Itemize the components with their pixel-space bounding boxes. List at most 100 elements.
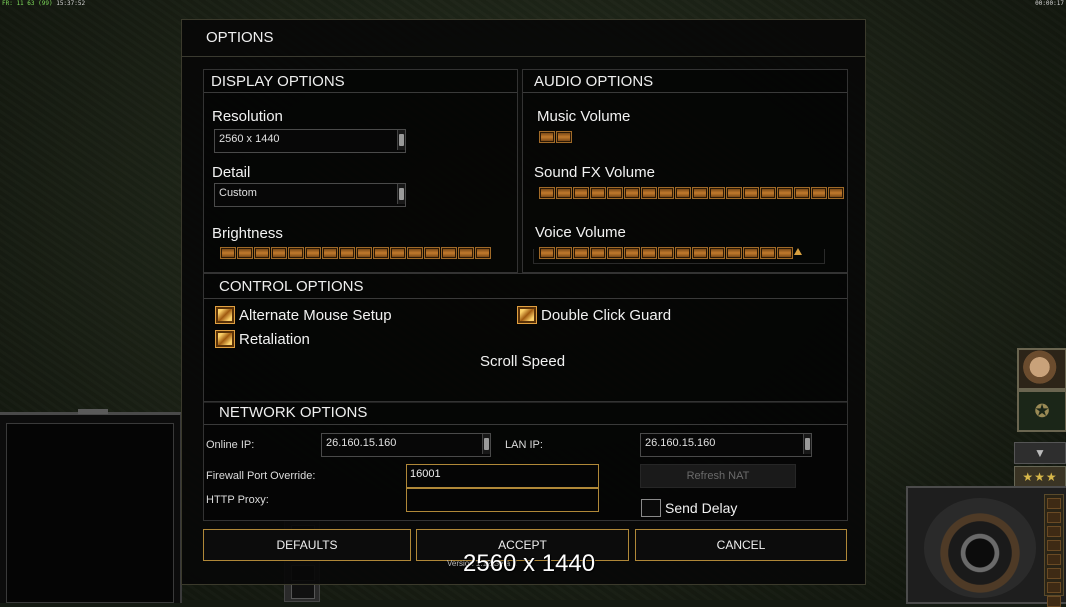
slider-segment xyxy=(271,247,287,259)
network-options-title: NETWORK OPTIONS xyxy=(219,404,368,421)
control-options-title: CONTROL OPTIONS xyxy=(219,278,364,295)
retaliation-label: Retaliation xyxy=(239,331,310,348)
http-proxy-input[interactable] xyxy=(406,488,599,512)
section-header: DISPLAY OPTIONS xyxy=(204,70,517,93)
refresh-nat-button[interactable]: Refresh NAT xyxy=(640,464,796,488)
voice-volume-slider[interactable] xyxy=(539,245,802,259)
alternate-mouse-label: Alternate Mouse Setup xyxy=(239,307,392,324)
slider-segment xyxy=(794,187,810,199)
brightness-label: Brightness xyxy=(212,225,283,242)
top-hud: FR: 11 63 (99) 15:37:52 00:00:17 xyxy=(0,0,1066,8)
sound-fx-volume-slider[interactable] xyxy=(539,185,844,199)
send-delay-checkbox[interactable] xyxy=(641,499,661,517)
fps-readout: FR: 11 63 (99) 15:37:52 xyxy=(2,0,85,7)
send-delay-label: Send Delay xyxy=(665,500,738,516)
slider-segment xyxy=(675,187,691,199)
double-click-guard-label: Double Click Guard xyxy=(541,307,672,324)
slider-segment xyxy=(777,247,793,259)
double-click-guard-checkbox[interactable] xyxy=(517,306,537,324)
slider-segment xyxy=(607,187,623,199)
general-rank-badge[interactable]: ✪ xyxy=(1017,390,1066,432)
dialog-title: OPTIONS xyxy=(206,29,274,46)
queue-slot[interactable] xyxy=(291,583,315,599)
firewall-port-input[interactable]: 16001 xyxy=(406,464,599,488)
voice-volume-label: Voice Volume xyxy=(535,224,626,241)
rank-stars-button[interactable]: ★★★ xyxy=(1014,466,1066,488)
slider-segment xyxy=(254,247,270,259)
game-timer: 00:00:17 xyxy=(1035,0,1064,7)
power-meter xyxy=(1044,494,1064,607)
slider-segment xyxy=(641,187,657,199)
network-options-section: NETWORK OPTIONS Online IP: 26.160.15.160… xyxy=(203,401,848,521)
http-proxy-label: HTTP Proxy: xyxy=(206,494,269,506)
detail-value: Custom xyxy=(219,187,257,199)
control-options-section: CONTROL OPTIONS Alternate Mouse Setup Do… xyxy=(203,273,848,403)
slider-segment xyxy=(407,247,423,259)
dropdown-scrollbar[interactable] xyxy=(397,130,405,150)
faction-emblem-icon xyxy=(924,498,1036,598)
dropdown-scrollbar[interactable] xyxy=(397,184,405,204)
slider-segment xyxy=(556,187,572,199)
slider-segment xyxy=(760,187,776,199)
slider-segment xyxy=(539,187,555,199)
retaliation-checkbox[interactable] xyxy=(215,330,235,348)
cancel-button[interactable]: CANCEL xyxy=(635,529,847,561)
slider-segment xyxy=(692,247,708,259)
slider-segment xyxy=(339,247,355,259)
fps-text: FR: 11 63 (99) xyxy=(2,0,53,7)
title-divider xyxy=(182,56,865,57)
music-volume-slider[interactable] xyxy=(539,129,572,143)
slider-segment xyxy=(288,247,304,259)
slider-segment xyxy=(573,247,589,259)
online-ip-value: 26.160.15.160 xyxy=(326,437,397,449)
lan-ip-label: LAN IP: xyxy=(505,439,543,451)
defaults-button[interactable]: DEFAULTS xyxy=(203,529,411,561)
detail-dropdown[interactable]: Custom xyxy=(214,183,406,207)
slider-segment xyxy=(539,247,555,259)
slider-segment xyxy=(573,187,589,199)
sound-fx-volume-label: Sound FX Volume xyxy=(534,164,655,181)
slider-segment xyxy=(237,247,253,259)
display-options-title: DISPLAY OPTIONS xyxy=(211,73,345,90)
slider-segment xyxy=(726,247,742,259)
slider-segment xyxy=(811,187,827,199)
slider-segment xyxy=(475,247,491,259)
slider-segment xyxy=(556,131,572,143)
slider-knob-icon[interactable] xyxy=(794,248,802,255)
alternate-mouse-checkbox[interactable] xyxy=(215,306,235,324)
audio-options-section: AUDIO OPTIONS Music Volume Sound FX Volu… xyxy=(522,69,848,273)
section-header: CONTROL OPTIONS xyxy=(204,274,847,299)
dropdown-scrollbar[interactable] xyxy=(482,434,490,454)
resolution-label: Resolution xyxy=(212,108,283,125)
music-volume-label: Music Volume xyxy=(537,108,631,125)
slider-segment xyxy=(777,187,793,199)
command-panel-left xyxy=(0,409,182,603)
slider-segment xyxy=(220,247,236,259)
dropdown-scrollbar[interactable] xyxy=(803,434,811,454)
general-portraits: ✪ xyxy=(1014,346,1066,432)
side-hud-buttons: ▼ ★★★ xyxy=(1014,442,1066,488)
section-header: NETWORK OPTIONS xyxy=(204,402,847,425)
online-ip-dropdown[interactable]: 26.160.15.160 xyxy=(321,433,491,457)
resolution-overlay: 2560 x 1440 xyxy=(463,550,596,577)
slider-segment xyxy=(709,187,725,199)
brightness-slider[interactable] xyxy=(220,245,491,259)
collapse-arrow-button[interactable]: ▼ xyxy=(1014,442,1066,464)
slider-segment xyxy=(726,187,742,199)
slider-segment xyxy=(743,247,759,259)
slider-segment xyxy=(390,247,406,259)
online-ip-label: Online IP: xyxy=(206,439,255,451)
lan-ip-dropdown[interactable]: 26.160.15.160 xyxy=(640,433,812,457)
radar-minimap[interactable] xyxy=(906,486,1066,607)
slider-segment xyxy=(743,187,759,199)
resolution-dropdown[interactable]: 2560 x 1440 xyxy=(214,129,406,153)
panel-tab xyxy=(78,409,108,414)
slider-segment xyxy=(692,187,708,199)
slider-segment xyxy=(590,187,606,199)
slider-segment xyxy=(760,247,776,259)
slider-segment xyxy=(590,247,606,259)
slider-segment xyxy=(373,247,389,259)
general-portrait[interactable] xyxy=(1017,348,1066,390)
slider-segment xyxy=(539,131,555,143)
slider-segment xyxy=(556,247,572,259)
